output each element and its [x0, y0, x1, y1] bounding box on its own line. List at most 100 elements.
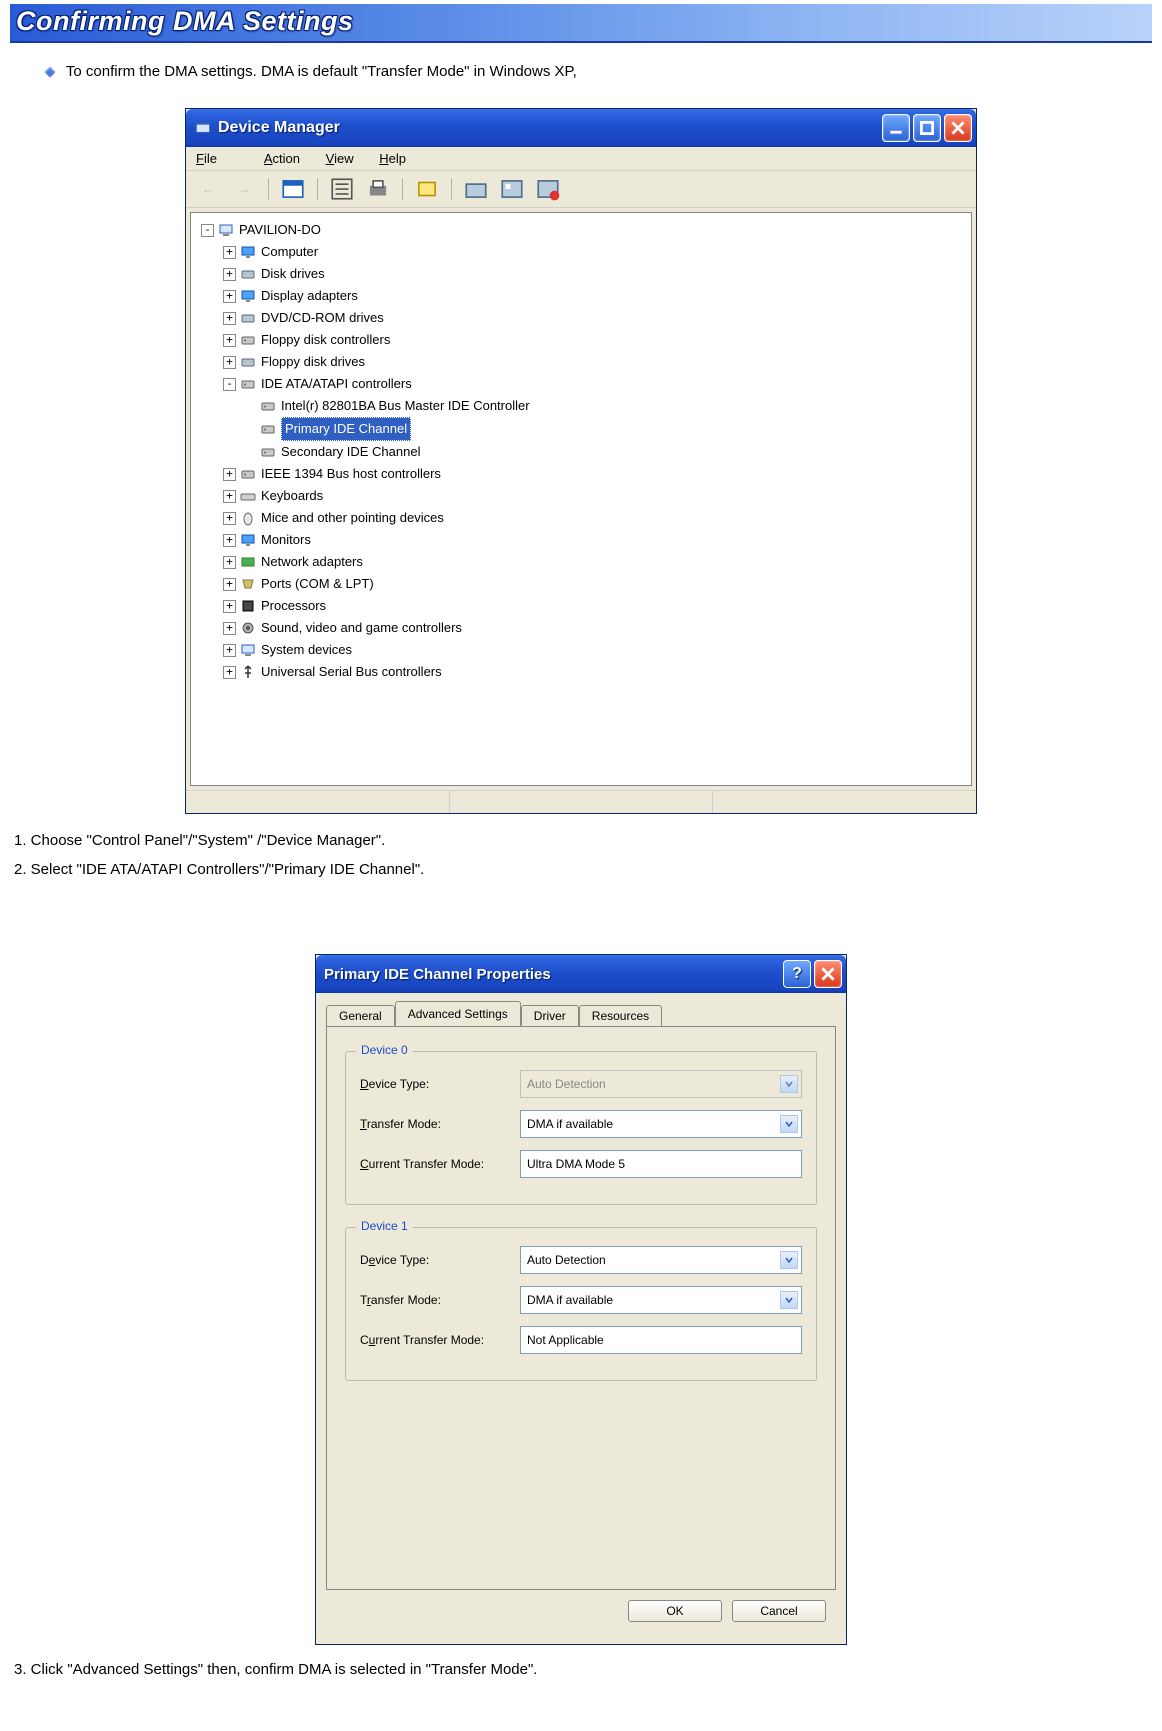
- chevron-down-icon[interactable]: [780, 1115, 798, 1133]
- expand-icon[interactable]: +: [223, 268, 236, 281]
- tree-node[interactable]: + Monitors: [195, 529, 967, 551]
- tree-node[interactable]: Secondary IDE Channel: [195, 441, 967, 463]
- tree-node-label: PAVILION-DO: [239, 219, 321, 241]
- group-title: Device 1: [356, 1219, 413, 1233]
- ok-button[interactable]: OK: [628, 1600, 722, 1622]
- tree-node[interactable]: +Floppy disk controllers: [195, 329, 967, 351]
- device-icon: [240, 576, 256, 592]
- menu-file[interactable]: File: [196, 151, 239, 166]
- tree-node[interactable]: Primary IDE Channel: [195, 417, 967, 441]
- close-button[interactable]: [944, 114, 972, 142]
- toolbar-icon[interactable]: [279, 175, 307, 203]
- device-type-select[interactable]: Auto Detection: [520, 1246, 802, 1274]
- menubar[interactable]: File Action View Help: [186, 147, 976, 171]
- tree-node-label: Primary IDE Channel: [281, 417, 411, 441]
- menu-view[interactable]: View: [326, 151, 354, 166]
- toolbar-icon[interactable]: [534, 175, 562, 203]
- tree-node[interactable]: +Sound, video and game controllers: [195, 617, 967, 639]
- device-icon: [240, 532, 256, 548]
- tree-node[interactable]: +Disk drives: [195, 263, 967, 285]
- toolbar: ← →: [186, 171, 976, 208]
- toolbar-icon[interactable]: [413, 175, 441, 203]
- collapse-icon[interactable]: -: [201, 224, 214, 237]
- device-icon: [240, 466, 256, 482]
- tree-node-label: Keyboards: [261, 485, 323, 507]
- forward-button: →: [230, 175, 258, 203]
- tree-node-label: Monitors: [261, 529, 311, 551]
- expand-icon[interactable]: +: [223, 534, 236, 547]
- titlebar[interactable]: Primary IDE Channel Properties ?: [316, 955, 846, 993]
- titlebar[interactable]: Device Manager: [186, 109, 976, 147]
- tree-node[interactable]: + Processors: [195, 595, 967, 617]
- toolbar-print-icon[interactable]: [364, 175, 392, 203]
- tree-node[interactable]: + Keyboards: [195, 485, 967, 507]
- collapse-icon[interactable]: -: [223, 378, 236, 391]
- statusbar: [186, 790, 976, 813]
- tab-resources[interactable]: Resources: [579, 1005, 662, 1027]
- chevron-down-icon[interactable]: [780, 1291, 798, 1309]
- tree-node[interactable]: Intel(r) 82801BA Bus Master IDE Controll…: [195, 395, 967, 417]
- transfer-mode-select[interactable]: DMA if available: [520, 1286, 802, 1314]
- tab-general[interactable]: General: [326, 1005, 395, 1027]
- expand-icon[interactable]: +: [223, 666, 236, 679]
- maximize-button[interactable]: [913, 114, 941, 142]
- chevron-down-icon[interactable]: [780, 1251, 798, 1269]
- tree-node[interactable]: +Mice and other pointing devices: [195, 507, 967, 529]
- expand-icon[interactable]: +: [223, 578, 236, 591]
- tab-driver[interactable]: Driver: [521, 1005, 579, 1027]
- expand-icon[interactable]: +: [223, 600, 236, 613]
- tree-view[interactable]: -PAVILION-DO+Computer+Disk drives+Displa…: [190, 212, 972, 786]
- expand-icon[interactable]: +: [223, 468, 236, 481]
- tab-advanced-settings[interactable]: Advanced Settings: [395, 1001, 521, 1026]
- tab-panel: Device 0 Device Type: Auto Detection Tra…: [326, 1026, 836, 1590]
- menu-action[interactable]: Action: [264, 151, 300, 166]
- dialog-buttons: OK Cancel: [326, 1590, 836, 1630]
- expand-icon[interactable]: +: [223, 490, 236, 503]
- tree-node[interactable]: + System devices: [195, 639, 967, 661]
- page-header: Confirming DMA Settings: [10, 4, 1152, 43]
- device-icon: [240, 620, 256, 636]
- minimize-button[interactable]: [882, 114, 910, 142]
- expand-icon[interactable]: +: [223, 312, 236, 325]
- tree-node[interactable]: +Computer: [195, 241, 967, 263]
- menu-help[interactable]: Help: [379, 151, 406, 166]
- expand-icon[interactable]: +: [223, 556, 236, 569]
- expand-icon[interactable]: +: [223, 356, 236, 369]
- tree-node[interactable]: - PAVILION-DO: [195, 219, 967, 241]
- tree-node[interactable]: + Universal Serial Bus controllers: [195, 661, 967, 683]
- expand-icon[interactable]: +: [223, 246, 236, 259]
- tree-node[interactable]: +Floppy disk drives: [195, 351, 967, 373]
- tree-node[interactable]: + Network adapters: [195, 551, 967, 573]
- expand-icon[interactable]: +: [223, 290, 236, 303]
- tree-node-label: Display adapters: [261, 285, 358, 307]
- expand-icon[interactable]: +: [223, 622, 236, 635]
- chevron-down-icon: [780, 1075, 798, 1093]
- device-icon: [240, 664, 256, 680]
- tree-node[interactable]: + Display adapters: [195, 285, 967, 307]
- tree-node-label: System devices: [261, 639, 352, 661]
- tree-node[interactable]: +IEEE 1394 Bus host controllers: [195, 463, 967, 485]
- toolbar-icon[interactable]: [462, 175, 490, 203]
- close-button[interactable]: [814, 960, 842, 988]
- group-device-0: Device 0 Device Type: Auto Detection Tra…: [345, 1051, 817, 1205]
- expand-icon[interactable]: +: [223, 644, 236, 657]
- tree-node[interactable]: +DVD/CD-ROM drives: [195, 307, 967, 329]
- tree-node[interactable]: +Ports (COM & LPT): [195, 573, 967, 595]
- tree-node-label: Secondary IDE Channel: [281, 441, 420, 463]
- tree-node-label: Network adapters: [261, 551, 363, 573]
- device-icon: [240, 376, 256, 392]
- help-button[interactable]: ?: [783, 960, 811, 988]
- tree-node-label: Processors: [261, 595, 326, 617]
- device-icon: [240, 488, 256, 504]
- toolbar-icon[interactable]: [328, 175, 356, 203]
- expand-icon[interactable]: +: [223, 512, 236, 525]
- step-3: 3. Click "Advanced Settings" then, confi…: [10, 1655, 1152, 1684]
- tree-node-label: Universal Serial Bus controllers: [261, 661, 442, 683]
- group-device-1: Device 1 Device Type: Auto Detection Tra…: [345, 1227, 817, 1381]
- tree-node[interactable]: -IDE ATA/ATAPI controllers: [195, 373, 967, 395]
- toolbar-icon[interactable]: [498, 175, 526, 203]
- transfer-mode-select[interactable]: DMA if available: [520, 1110, 802, 1138]
- expand-icon[interactable]: +: [223, 334, 236, 347]
- cancel-button[interactable]: Cancel: [732, 1600, 826, 1622]
- device-icon: [260, 421, 276, 437]
